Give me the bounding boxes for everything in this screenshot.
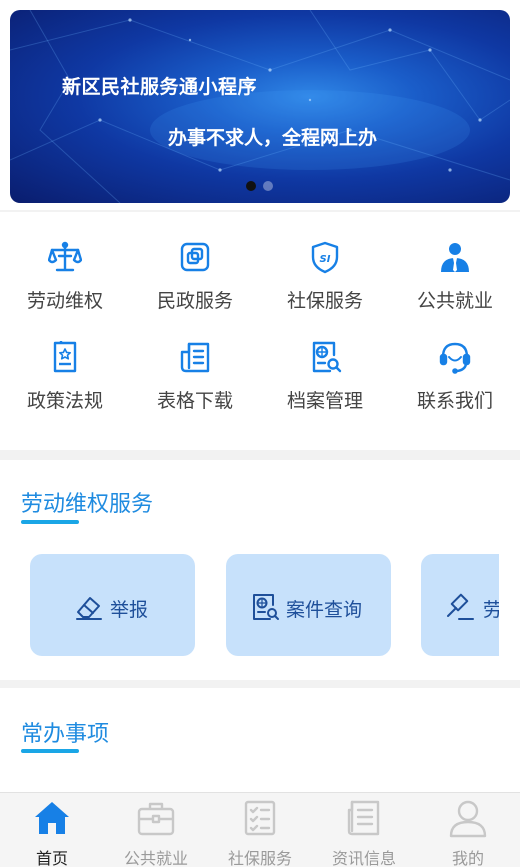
grid-item-form-download[interactable]: 表格下载 [130, 312, 260, 412]
tab-home[interactable]: 首页 [0, 793, 104, 867]
case-query-card[interactable]: 案件查询 [226, 554, 391, 656]
headset-icon [439, 342, 471, 374]
grid-item-label: 政策法规 [26, 390, 103, 412]
bottom-tab-bar: 首页 公共就业 社保服务 资讯信息 我的 [0, 792, 520, 867]
tab-social-security[interactable]: 社保服务 [208, 793, 312, 867]
grid-item-archive[interactable]: 档案管理 [260, 312, 390, 412]
labor-rights-section: 劳动维权服务 举报 案件查询 劳 [0, 460, 520, 680]
labor-service-cards[interactable]: 举报 案件查询 劳 [0, 554, 499, 658]
grid-item-labor-rights[interactable]: 劳动维权 [0, 212, 130, 312]
section-title: 劳动维权服务 [21, 492, 154, 517]
tab-mine[interactable]: 我的 [416, 793, 520, 867]
carousel-dot-1[interactable] [246, 181, 256, 191]
card-label: 案件查询 [286, 599, 363, 621]
service-grid: 劳动维权 民政服务 SI 社保服务 公共就业 政策法规 表格下载 档案管理 联系… [0, 212, 520, 450]
scales-icon [48, 241, 82, 272]
banner-carousel[interactable]: 新区民社服务通小程序 办事不求人，全程网上办 [10, 10, 510, 203]
tab-public-employment[interactable]: 公共就业 [104, 793, 208, 867]
section-title-underline [21, 520, 79, 524]
social-security-shield-icon: SI [311, 241, 339, 274]
tab-label: 公共就业 [123, 849, 188, 867]
carousel-dots [246, 181, 273, 191]
eraser-report-icon [76, 597, 102, 620]
section-title: 常办事项 [21, 722, 110, 747]
report-card[interactable]: 举报 [30, 554, 195, 656]
form-download-icon [180, 342, 210, 373]
svg-text:SI: SI [320, 254, 331, 265]
tab-label: 首页 [35, 849, 68, 867]
banner-section: 新区民社服务通小程序 办事不求人，全程网上办 [0, 0, 520, 210]
grid-item-label: 表格下载 [156, 390, 233, 412]
grid-item-label: 联系我们 [416, 390, 493, 412]
grid-item-label: 社保服务 [286, 290, 363, 312]
banner-title: 新区民社服务通小程序 [62, 76, 258, 98]
grid-item-contact-us[interactable]: 联系我们 [390, 312, 520, 412]
banner-background-graphic [10, 10, 510, 203]
tab-label: 资讯信息 [331, 849, 396, 867]
labor-arbitration-card[interactable]: 劳 [421, 554, 499, 656]
policy-document-icon [53, 341, 77, 373]
section-title-underline [21, 749, 79, 753]
civil-affairs-icon [180, 242, 210, 272]
tab-news[interactable]: 资讯信息 [312, 793, 416, 867]
case-search-icon [253, 594, 279, 620]
briefcase-icon [137, 802, 175, 836]
grid-item-label: 民政服务 [156, 290, 233, 312]
grid-item-policy[interactable]: 政策法规 [0, 312, 130, 412]
card-label: 劳 [483, 599, 499, 621]
grid-item-label: 公共就业 [416, 290, 493, 312]
grid-item-public-employment[interactable]: 公共就业 [390, 212, 520, 312]
page: 新区民社服务通小程序 办事不求人，全程网上办 劳动维权 民政服务 SI 社保服务… [0, 0, 520, 867]
tab-label: 社保服务 [227, 849, 292, 867]
employee-icon [441, 243, 469, 272]
carousel-dot-2[interactable] [263, 181, 273, 191]
gavel-icon [447, 593, 474, 620]
news-icon [347, 800, 380, 836]
grid-item-label: 劳动维权 [26, 290, 103, 312]
user-icon [449, 800, 487, 838]
tab-label: 我的 [451, 849, 484, 867]
checklist-icon [244, 800, 276, 836]
home-icon [35, 802, 69, 834]
grid-item-social-security[interactable]: SI 社保服务 [260, 212, 390, 312]
archive-search-icon [312, 341, 342, 373]
grid-item-civil-affairs[interactable]: 民政服务 [130, 212, 260, 312]
banner-subtitle: 办事不求人，全程网上办 [168, 127, 378, 149]
grid-item-label: 档案管理 [286, 390, 363, 412]
common-items-section: 常办事项 [0, 688, 520, 792]
card-label: 举报 [110, 599, 149, 621]
